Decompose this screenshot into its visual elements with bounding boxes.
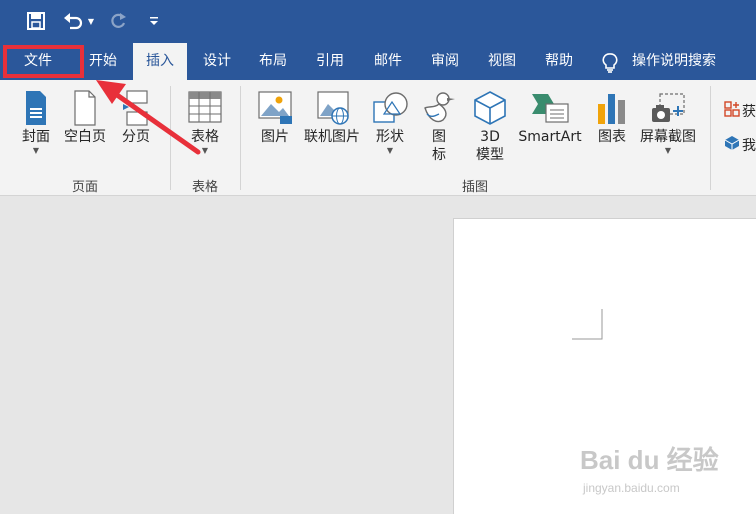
ribbon-insert: 封面 ▼ 空白页 分页 页面 表格 ▼ 表格 图片 联机图片 形状 ▼ 图 标 …: [0, 80, 756, 196]
group-separator: [240, 86, 241, 190]
word-window: ▼ 文件 开始 插入 设计 布局 引用 邮件 审阅 视图 帮助 操作说明搜索 封…: [0, 0, 756, 514]
tab-design[interactable]: 设计: [190, 43, 244, 80]
customize-qat-icon[interactable]: [146, 8, 162, 34]
tell-me-search[interactable]: 操作说明搜索: [600, 43, 730, 80]
shapes-label: 形状: [376, 129, 404, 145]
blank-page-icon: [60, 90, 110, 128]
blank-page-label: 空白页: [64, 129, 106, 145]
tell-me-label: 操作说明搜索: [632, 53, 716, 69]
cube-icon: [468, 90, 512, 128]
table-label: 表格: [191, 129, 219, 145]
tab-view[interactable]: 视图: [474, 43, 530, 80]
page-break-button[interactable]: 分页: [114, 90, 158, 146]
picture-label: 图片: [261, 129, 289, 145]
tab-mailings[interactable]: 邮件: [360, 43, 416, 80]
cover-page-dropdown-icon: ▼: [32, 146, 40, 155]
chart-label: 图表: [598, 129, 626, 145]
chart-button[interactable]: 图表: [592, 90, 632, 146]
illustrations-group-label: 插图: [461, 180, 488, 195]
page-break-label: 分页: [122, 129, 150, 145]
blank-page-button[interactable]: 空白页: [60, 90, 110, 146]
addins-store-icon: [724, 101, 742, 121]
lightbulb-icon: [600, 52, 620, 73]
get-addins-button[interactable]: 获: [724, 100, 756, 122]
table-dropdown-icon: ▼: [201, 146, 209, 155]
pages-group-label: 页面: [71, 180, 98, 195]
screenshot-label: 屏幕截图: [640, 129, 696, 145]
smartart-icon: [514, 90, 586, 128]
icons-button[interactable]: 图 标: [418, 90, 460, 164]
tab-help[interactable]: 帮助: [531, 43, 587, 80]
picture-icon: [254, 90, 296, 128]
group-separator: [710, 86, 711, 190]
cover-page-label: 封面: [22, 129, 50, 145]
page-break-icon: [114, 90, 158, 128]
shapes-icon: [368, 90, 412, 128]
smartart-label: SmartArt: [518, 129, 582, 145]
my-addins-label: 我: [742, 138, 756, 154]
table-button[interactable]: 表格 ▼: [182, 90, 228, 156]
online-picture-label: 联机图片: [304, 129, 360, 145]
online-picture-button[interactable]: 联机图片: [300, 90, 364, 146]
my-addins-icon: [724, 135, 742, 155]
tables-group-label: 表格: [191, 180, 218, 195]
ribbon-tabs: 文件 开始 插入 设计 布局 引用 邮件 审阅 视图 帮助 操作说明搜索: [0, 43, 756, 80]
file-tab-highlight: [3, 45, 84, 78]
online-picture-icon: [300, 90, 364, 128]
screenshot-dropdown-icon: ▼: [664, 146, 672, 155]
undo-icon[interactable]: [62, 8, 84, 34]
icons-label-line2: 标: [432, 147, 446, 163]
screenshot-button[interactable]: 屏幕截图 ▼: [636, 90, 700, 156]
baidu-watermark-url: jingyan.baidu.com: [583, 481, 680, 495]
3d-models-label-line1: 3D: [480, 129, 500, 145]
cover-page-button[interactable]: 封面 ▼: [14, 90, 58, 156]
get-addins-label: 获: [742, 104, 756, 120]
margin-corner-mark: [572, 309, 603, 340]
shapes-button[interactable]: 形状 ▼: [368, 90, 412, 156]
icons-label-line1: 图: [432, 129, 446, 145]
tab-home[interactable]: 开始: [76, 43, 130, 80]
3d-models-button[interactable]: 3D 模型: [468, 90, 512, 164]
baidu-watermark: Bai du 经验: [580, 445, 719, 475]
chart-icon: [592, 90, 632, 128]
my-addins-button[interactable]: 我: [724, 134, 756, 156]
cover-page-icon: [14, 90, 58, 128]
tab-layout[interactable]: 布局: [246, 43, 300, 80]
picture-button[interactable]: 图片: [254, 90, 296, 146]
redo-icon: [107, 8, 129, 34]
smartart-button[interactable]: SmartArt: [514, 90, 586, 146]
shapes-dropdown-icon: ▼: [386, 146, 394, 155]
table-icon: [182, 90, 228, 128]
tab-insert[interactable]: 插入: [133, 43, 187, 80]
icons-icon: [418, 90, 460, 128]
3d-models-label-line2: 模型: [476, 147, 504, 163]
screenshot-icon: [636, 90, 700, 128]
tab-references[interactable]: 引用: [303, 43, 357, 80]
save-icon[interactable]: [24, 8, 48, 34]
title-bar: ▼: [0, 0, 756, 43]
undo-dropdown-icon[interactable]: ▼: [86, 8, 96, 34]
tab-review[interactable]: 审阅: [417, 43, 473, 80]
group-separator: [170, 86, 171, 190]
